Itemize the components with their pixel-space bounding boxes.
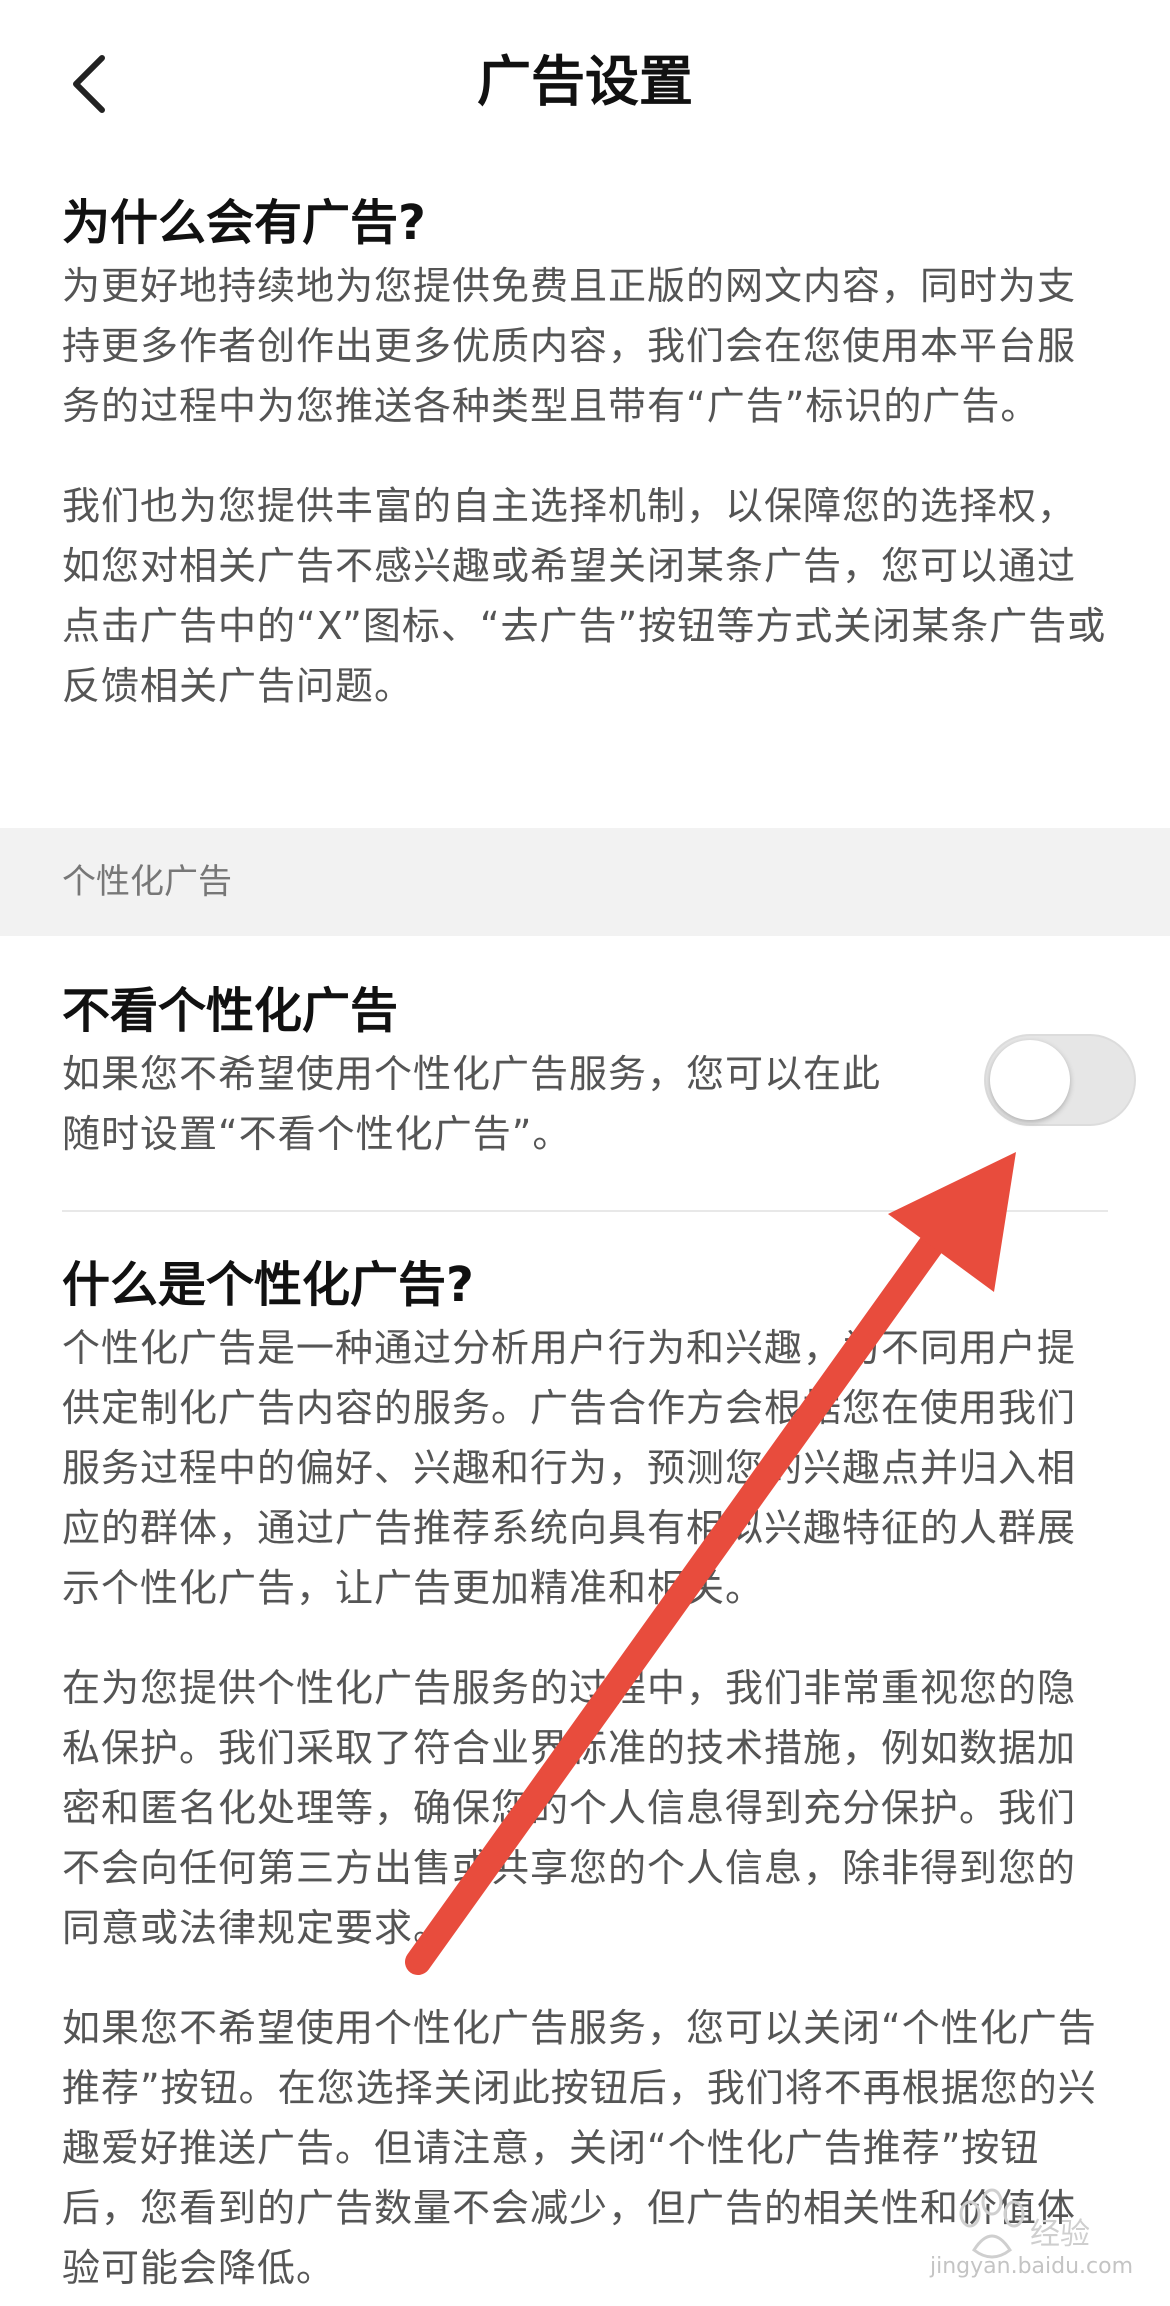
divider: [62, 1210, 1108, 1212]
toggle-knob: [990, 1040, 1070, 1120]
section-header-label: 个性化广告: [62, 862, 232, 902]
why-ads-section: 为什么会有广告? 为更好地持续地为您提供免费且正版的网文内容，同时为支持更多作者…: [62, 190, 1108, 716]
setting-description-line-2: 随时设置“不看个性化广告”。: [62, 1112, 572, 1156]
what-is-paragraph-1: 个性化广告是一种通过分析用户行为和兴趣，为不同用户提供定制化广告内容的服务。广告…: [62, 1326, 1077, 1610]
no-personalized-ads-toggle[interactable]: [984, 1034, 1136, 1126]
why-ads-paragraph-1: 为更好地持续地为您提供免费且正版的网文内容，同时为支持更多作者创作出更多优质内容…: [62, 264, 1077, 428]
why-ads-title: 为什么会有广告?: [62, 195, 426, 251]
top-bar: 广告设置: [0, 0, 1170, 160]
section-header: 个性化广告: [0, 828, 1170, 936]
page-title: 广告设置: [477, 50, 693, 113]
what-is-paragraph-2: 在为您提供个性化广告服务的过程中，我们非常重视您的隐私保护。我们采取了符合业界标…: [62, 1666, 1077, 1950]
what-is-title: 什么是个性化广告?: [62, 1257, 474, 1313]
setting-title: 不看个性化广告: [62, 983, 399, 1039]
watermark-url: jingyan.baidu.com: [930, 2254, 1134, 2279]
svg-text:经验: 经验: [1030, 2217, 1090, 2252]
what-is-section: 什么是个性化广告? 个性化广告是一种通过分析用户行为和兴趣，为不同用户提供定制化…: [62, 1252, 1108, 2298]
why-ads-paragraph-2: 我们也为您提供丰富的自主选择机制，以保障您的选择权，如您对相关广告不感兴趣或希望…: [62, 484, 1107, 708]
setting-description-line-1: 如果您不希望使用个性化广告服务，您可以在此: [62, 1052, 882, 1096]
personalized-ads-setting-row: 不看个性化广告 如果您不希望使用个性化广告服务，您可以在此 随时设置“不看个性化…: [62, 978, 962, 1164]
